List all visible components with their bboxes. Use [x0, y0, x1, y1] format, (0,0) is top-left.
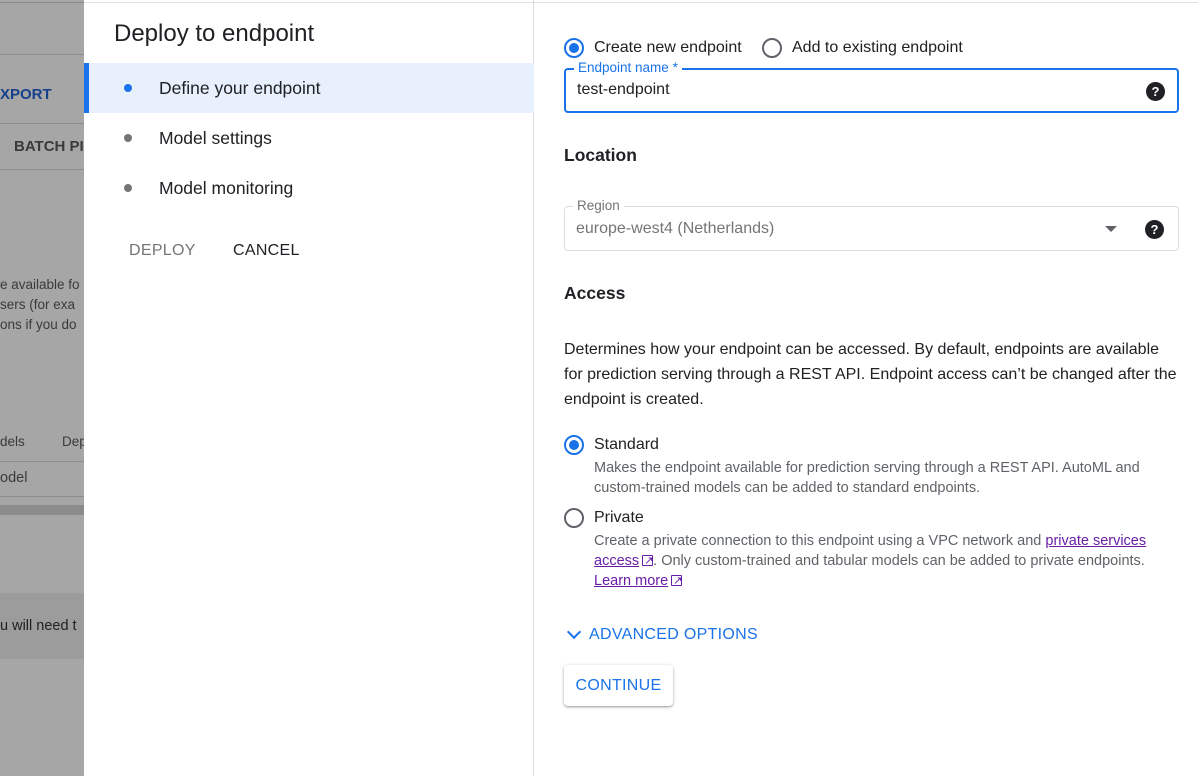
step-model-monitoring[interactable]: Model monitoring	[84, 163, 534, 213]
radio-label: Standard	[594, 436, 659, 453]
learn-more-link[interactable]: Learn more	[594, 573, 668, 589]
endpoint-name-field[interactable]: Endpoint name * test-endpoint ?	[564, 60, 1179, 113]
standard-description: Makes the endpoint available for predict…	[594, 460, 1140, 496]
background-divider	[0, 2, 84, 3]
radio-selected-icon	[564, 435, 584, 455]
location-heading: Location	[564, 145, 637, 165]
step-define-endpoint[interactable]: Define your endpoint	[84, 63, 534, 113]
access-heading: Access	[564, 283, 626, 303]
background-divider	[0, 169, 84, 170]
region-label: Region	[573, 198, 624, 213]
help-icon[interactable]: ?	[1145, 220, 1164, 239]
step-label: Model monitoring	[159, 177, 294, 198]
panel-top-border	[84, 2, 534, 3]
background-tab-batch: BATCH PI	[14, 138, 84, 155]
background-row-model: odel	[0, 470, 28, 486]
background-text-line: sers (for exa	[0, 297, 76, 312]
background-banner: u will need t	[0, 593, 84, 659]
access-description: Determines how your endpoint can be acce…	[564, 341, 1177, 408]
radio-label: Add to existing endpoint	[792, 39, 963, 56]
deploy-button[interactable]: DEPLOY	[129, 242, 196, 260]
cancel-button[interactable]: CANCEL	[233, 242, 300, 260]
dialog-form-panel: Create new endpoint Add to existing endp…	[534, 0, 1198, 776]
step-bullet-icon	[124, 84, 132, 92]
radio-unselected-icon	[762, 38, 782, 58]
external-link-icon	[671, 571, 682, 591]
region-value: europe-west4 (Netherlands)	[576, 220, 775, 237]
help-icon[interactable]: ?	[1146, 82, 1165, 101]
dropdown-arrow-icon[interactable]	[1105, 226, 1117, 232]
background-tab-export: XPORT	[0, 86, 52, 103]
radio-unselected-icon	[564, 508, 584, 528]
private-desc-text: Create a private connection to this endp…	[594, 533, 1042, 549]
endpoint-name-value[interactable]: test-endpoint	[577, 81, 670, 99]
background-banner-text: u will need t	[0, 618, 77, 634]
radio-label: Create new endpoint	[594, 39, 742, 56]
background-text-line: ons if you do	[0, 317, 77, 332]
chevron-down-icon	[566, 624, 582, 640]
radio-label: Private	[594, 509, 644, 526]
step-bullet-icon	[124, 184, 132, 192]
advanced-options-label: ADVANCED OPTIONS	[589, 626, 758, 643]
step-label: Model settings	[159, 127, 272, 148]
panel-top-border	[534, 2, 1198, 3]
background-column-models: dels	[0, 434, 25, 449]
background-divider	[0, 461, 84, 462]
external-link-icon	[642, 551, 653, 571]
region-select[interactable]: Region europe-west4 (Netherlands) ?	[564, 198, 1179, 251]
step-model-settings[interactable]: Model settings	[84, 113, 534, 163]
radio-add-existing-endpoint[interactable]: Add to existing endpoint	[762, 38, 963, 58]
background-column-dep: Dep	[62, 434, 84, 449]
background-divider	[0, 496, 84, 497]
continue-button[interactable]: CONTINUE	[564, 665, 673, 706]
radio-access-private[interactable]: Private	[564, 508, 644, 528]
background-text-line: e available fo	[0, 277, 80, 292]
background-page: XPORT BATCH PI e available fo sers (for …	[0, 0, 84, 776]
background-divider	[0, 54, 84, 55]
endpoint-name-label: Endpoint name *	[574, 60, 682, 75]
background-divider	[0, 123, 84, 124]
dialog-title: Deploy to endpoint	[114, 20, 315, 47]
private-description: Create a private connection to this endp…	[594, 531, 1184, 591]
radio-create-new-endpoint[interactable]: Create new endpoint	[564, 38, 742, 58]
radio-access-standard[interactable]: Standard	[564, 435, 659, 455]
background-band	[0, 505, 84, 515]
private-desc-text: . Only custom-trained and tabular models…	[653, 553, 1145, 569]
dialog-stepper-panel: Deploy to endpoint Define your endpoint …	[84, 0, 534, 776]
link-text: Learn more	[594, 573, 669, 589]
radio-selected-icon	[564, 38, 584, 58]
step-label: Define your endpoint	[159, 77, 321, 98]
advanced-options-toggle[interactable]: ADVANCED OPTIONS	[564, 624, 758, 644]
step-bullet-icon	[124, 134, 132, 142]
